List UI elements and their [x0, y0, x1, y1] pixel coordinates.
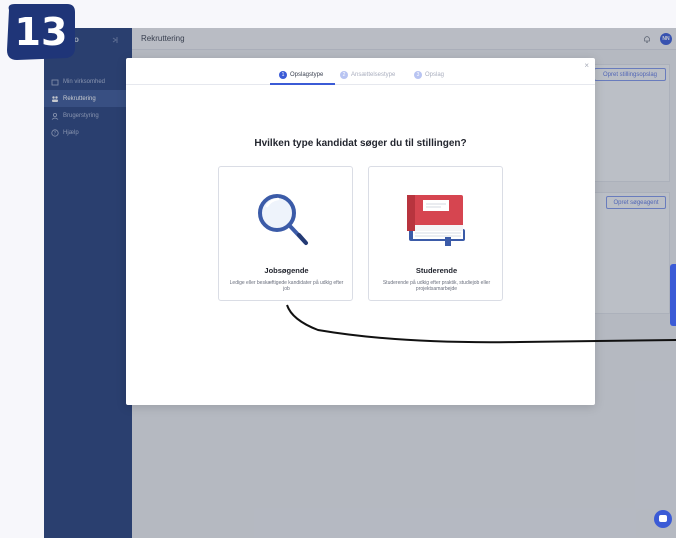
feedback-tab[interactable]: [670, 264, 676, 326]
step-number: 2: [340, 71, 348, 79]
step-ansaettelsestype[interactable]: 2 Ansættelsestype: [340, 67, 395, 83]
option-jobsoegende[interactable]: Jobsøgende Ledige eller beskæftigede kan…: [218, 166, 353, 301]
post-type-dialog: × 1 Opslagstype 2 Ansættelsestype 3 Opsl…: [126, 58, 595, 405]
step-number: 1: [279, 71, 287, 79]
step-number-badge: 13: [7, 4, 75, 60]
option-title: Jobsøgende: [264, 266, 309, 275]
option-description: Ledige eller beskæftigede kandidater på …: [229, 280, 344, 292]
step-label: Opslagstype: [290, 72, 324, 78]
step-label: Opslag: [425, 72, 445, 78]
step-badge-number: 13: [15, 10, 68, 54]
step-opslag[interactable]: 3 Opslag: [414, 67, 444, 83]
magnifier-icon: [258, 194, 308, 245]
books-icon: [407, 195, 465, 246]
step-label: Ansættelsestype: [351, 72, 396, 78]
option-studerende[interactable]: Studerende Studerende på udkig efter pra…: [368, 166, 503, 301]
chat-launcher-icon[interactable]: [654, 510, 672, 528]
option-description: Studerende på udkig efter praktik, studi…: [382, 280, 491, 292]
step-number: 3: [414, 71, 422, 79]
step-opslagstype[interactable]: 1 Opslagstype: [279, 67, 323, 83]
stepper-divider: [126, 84, 595, 85]
dialog-question: Hvilken type kandidat søger du til still…: [254, 138, 467, 149]
active-step-indicator: [270, 83, 335, 85]
option-title: Studerende: [415, 266, 458, 275]
wizard-stepper: 1 Opslagstype 2 Ansættelsestype 3 Opslag: [126, 67, 595, 83]
